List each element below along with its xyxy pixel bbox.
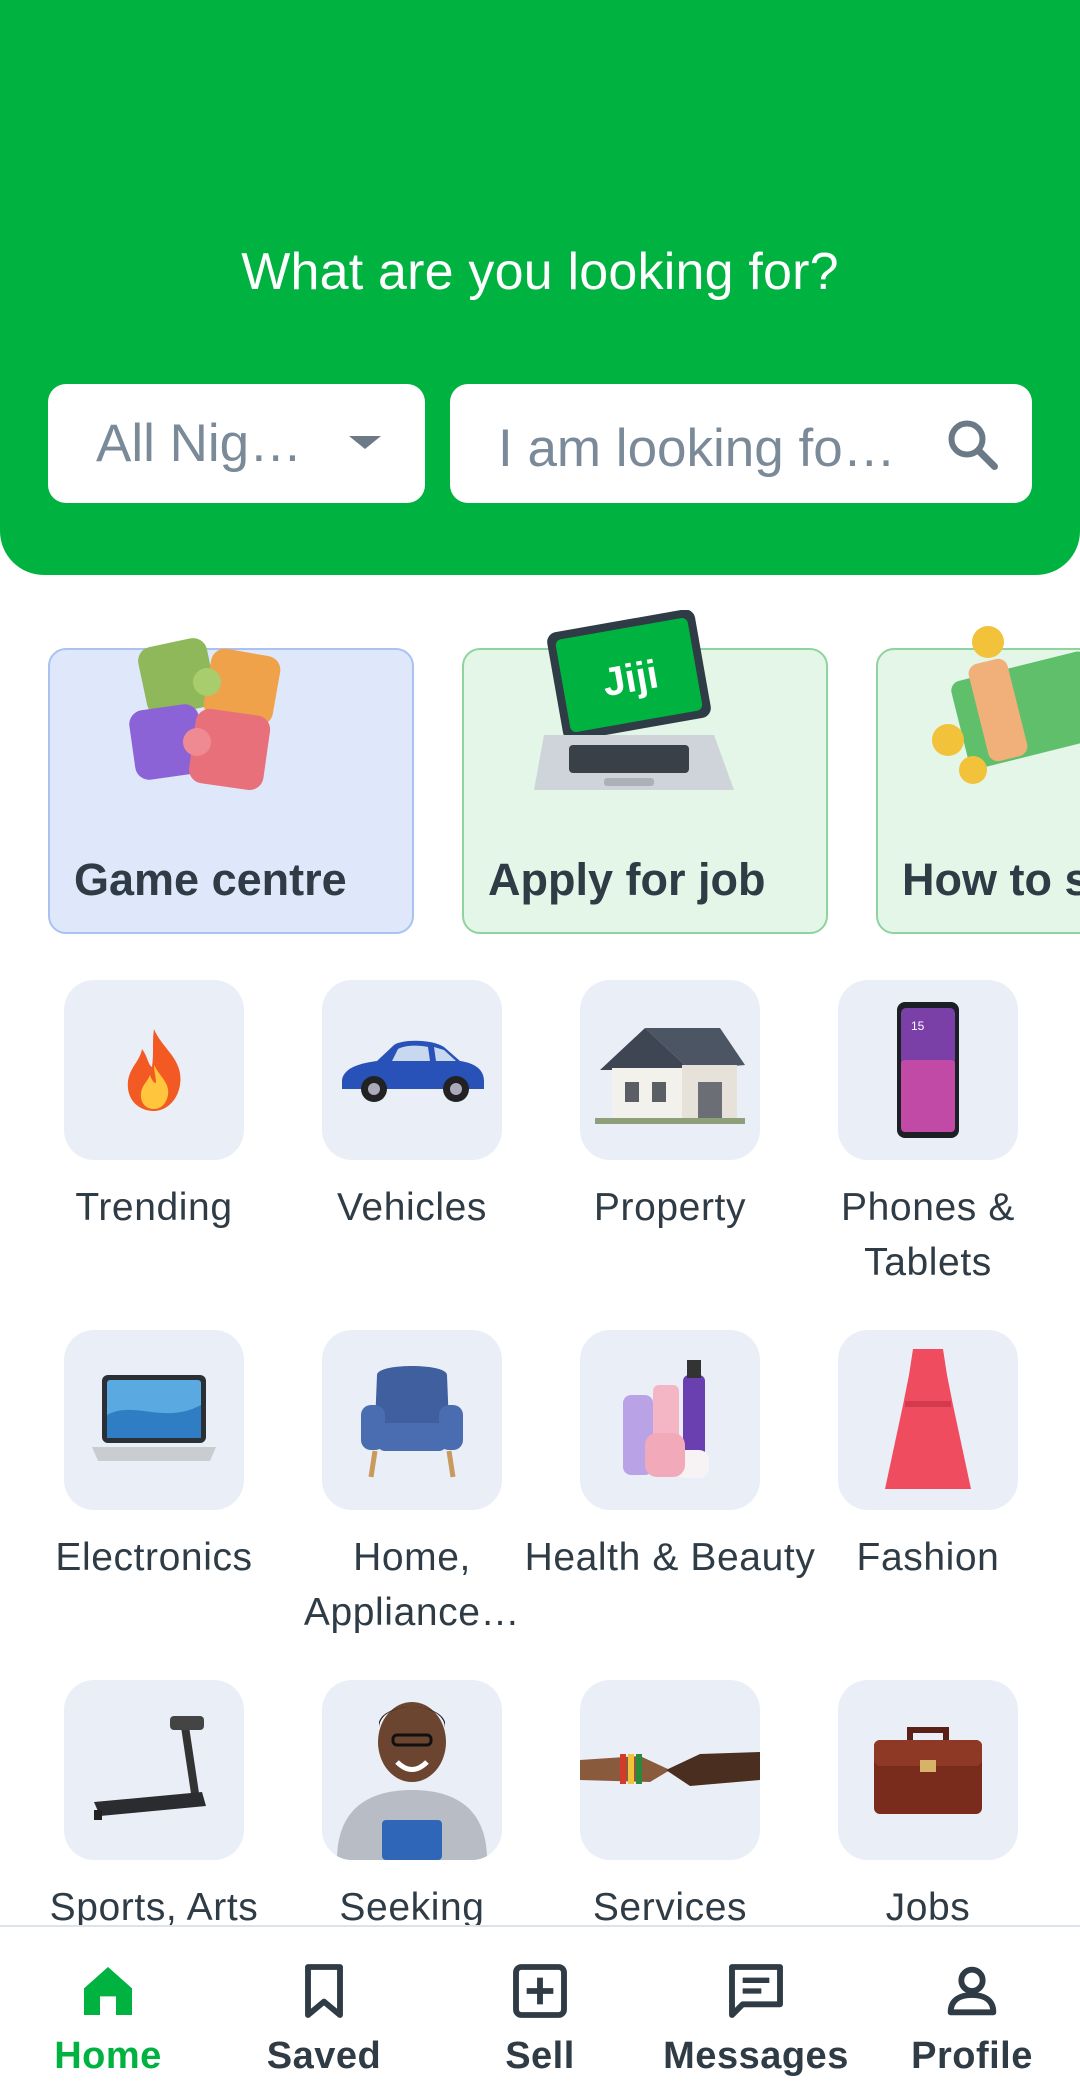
nav-label: Messages bbox=[663, 2035, 849, 2077]
category-tile[interactable] bbox=[580, 1330, 760, 1510]
search-input[interactable]: I am looking for... bbox=[450, 384, 1032, 503]
nav-sell[interactable]: Sell bbox=[432, 1927, 648, 2099]
category-tile[interactable] bbox=[838, 1330, 1018, 1510]
laptop-jiji-icon: Jiji bbox=[534, 610, 734, 790]
header-title: What are you looking for? bbox=[241, 243, 839, 301]
plus-box-icon bbox=[513, 1964, 567, 2018]
armchair-icon bbox=[361, 1366, 463, 1478]
nav-label: Profile bbox=[911, 2035, 1033, 2077]
person-icon bbox=[337, 1702, 487, 1860]
category-tile[interactable] bbox=[580, 1680, 760, 1860]
category-tile[interactable] bbox=[64, 1680, 244, 1860]
search-icon[interactable] bbox=[942, 414, 1002, 474]
promo-how-to-sell[interactable]: How to sell bbox=[876, 626, 1080, 934]
chevron-down-icon bbox=[349, 436, 381, 449]
promo-label: Apply for job bbox=[488, 854, 766, 905]
nav-profile[interactable]: Profile bbox=[864, 1927, 1080, 2099]
nav-label: Saved bbox=[266, 2035, 382, 2077]
promo-label: How to sell bbox=[902, 854, 1080, 905]
dress-icon bbox=[885, 1349, 971, 1489]
promo-carousel[interactable]: Game centre Jiji Apply for job How to se… bbox=[0, 600, 1080, 950]
puzzle-icon bbox=[129, 638, 281, 790]
category-tile[interactable] bbox=[64, 980, 244, 1160]
header: What are you looking for? All Nigeria I … bbox=[0, 0, 1080, 575]
briefcase-icon bbox=[874, 1727, 982, 1814]
promo-label: Game centre bbox=[74, 854, 347, 905]
category-tile[interactable] bbox=[838, 1680, 1018, 1860]
nav-messages[interactable]: Messages bbox=[648, 1927, 864, 2099]
house-icon bbox=[595, 1028, 745, 1124]
money-icon bbox=[932, 626, 1080, 784]
profile-icon bbox=[947, 1966, 997, 2016]
location-dropdown[interactable]: All Nigeria bbox=[48, 384, 425, 503]
message-icon bbox=[729, 1964, 783, 2018]
car-icon bbox=[342, 1040, 484, 1102]
handshake-icon bbox=[580, 1752, 760, 1786]
phone-icon: 15 bbox=[897, 1002, 959, 1138]
bottom-navigation: Home Saved Sell Messages Profile bbox=[0, 1925, 1080, 2099]
category-label: Phones & Tablets bbox=[841, 1186, 1015, 1284]
category-label: Jobs bbox=[885, 1886, 971, 1925]
category-tile[interactable] bbox=[64, 1330, 244, 1510]
category-tile[interactable] bbox=[322, 980, 502, 1160]
promo-game-centre[interactable]: Game centre bbox=[48, 638, 414, 934]
laptop-icon bbox=[92, 1375, 216, 1461]
search-placeholder: I am looking for... bbox=[498, 419, 898, 478]
nav-home[interactable]: Home bbox=[0, 1927, 216, 2099]
location-value: All Nigeria bbox=[96, 414, 326, 473]
category-tile[interactable] bbox=[322, 1680, 502, 1860]
category-tile[interactable]: 15 bbox=[838, 980, 1018, 1160]
promo-apply-for-job[interactable]: Jiji Apply for job bbox=[462, 610, 828, 934]
nav-saved[interactable]: Saved bbox=[216, 1927, 432, 2099]
category-tile[interactable] bbox=[580, 980, 760, 1160]
category-label: Fashion bbox=[856, 1536, 1000, 1579]
bookmark-icon bbox=[305, 1964, 343, 2018]
cosmetics-icon bbox=[623, 1360, 709, 1478]
treadmill-icon bbox=[94, 1716, 206, 1820]
category-grid: Trending Vehicles Property 15 Phones & T… bbox=[0, 980, 1080, 1925]
home-icon bbox=[84, 1967, 132, 2015]
fire-icon bbox=[127, 1029, 181, 1111]
nav-label: Home bbox=[54, 2035, 162, 2077]
svg-text:15: 15 bbox=[911, 1019, 925, 1033]
category-tile[interactable] bbox=[322, 1330, 502, 1510]
nav-label: Sell bbox=[505, 2035, 575, 2077]
